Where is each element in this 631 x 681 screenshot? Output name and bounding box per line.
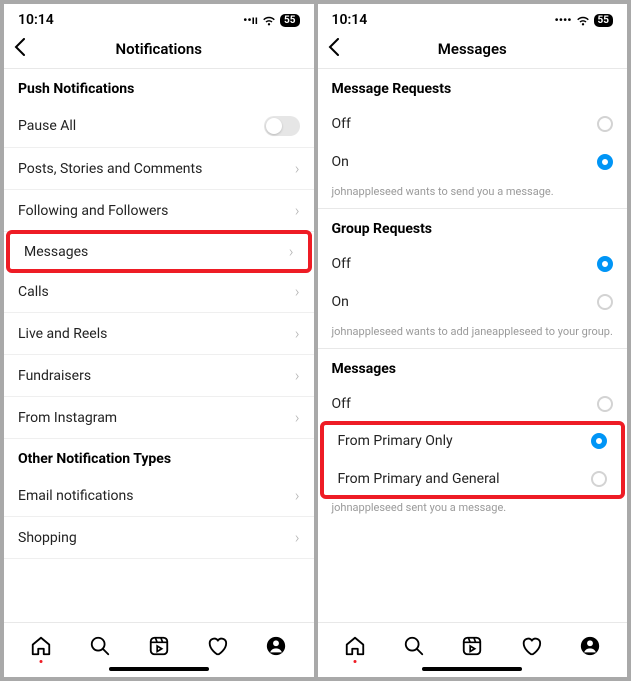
section-header-grp-req: Group Requests [318,209,628,245]
row-email[interactable]: Email notifications › [4,475,314,517]
label: Email notifications [18,488,295,504]
label: Messages [24,244,289,260]
chevron-right-icon: › [295,528,300,547]
row-following[interactable]: Following and Followers › [4,190,314,232]
profile-icon[interactable] [265,635,287,657]
label: Fundraisers [18,368,295,384]
radio-button[interactable] [597,154,613,170]
nav-header: Notifications [4,32,314,69]
label: On [332,294,598,310]
chevron-right-icon: › [295,486,300,505]
page-title: Messages [438,40,507,58]
label: Shopping [18,530,295,546]
row-shopping[interactable]: Shopping › [4,517,314,559]
example-text: johnappleseed wants to send you a messag… [318,181,628,209]
label: Pause All [18,118,264,134]
label: Live and Reels [18,326,295,342]
status-indicators: ••ıı 55 [243,13,299,27]
row-posts[interactable]: Posts, Stories and Comments › [4,148,314,190]
label: On [332,154,598,170]
chevron-right-icon: › [295,324,300,343]
home-icon[interactable] [30,635,52,657]
row-grp-req-on[interactable]: On [318,283,628,321]
home-icon[interactable] [344,635,366,657]
section-header-push: Push Notifications [4,69,314,105]
home-indicator[interactable] [109,667,209,671]
radio-button[interactable] [597,256,613,272]
example-text: johnappleseed sent you a message. [318,497,628,524]
back-icon[interactable] [14,38,26,56]
label: Off [332,256,598,272]
chevron-right-icon: › [295,282,300,301]
example-text: johnappleseed wants to add janeappleseed… [318,321,628,349]
label: Off [332,116,598,132]
radio-button[interactable] [591,471,607,487]
label: Posts, Stories and Comments [18,161,295,177]
label: Following and Followers [18,203,295,219]
battery-icon: 55 [280,14,299,27]
row-primary-only[interactable]: From Primary Only [324,425,622,457]
row-pause-all[interactable]: Pause All [4,105,314,148]
highlight-primary: From Primary Only From Primary and Gener… [320,421,626,499]
label: From Primary Only [338,433,592,449]
label: From Primary and General [338,471,592,487]
row-from-ig[interactable]: From Instagram › [4,397,314,439]
chevron-right-icon: › [295,201,300,220]
search-icon[interactable] [89,635,111,657]
row-primary-general[interactable]: From Primary and General [324,457,622,495]
chevron-right-icon: › [295,408,300,427]
home-indicator[interactable] [422,667,522,671]
tab-bar [318,622,628,663]
highlight-messages: Messages › [6,230,312,273]
search-icon[interactable] [403,635,425,657]
status-bar: 10:14 ••ıı 55 [4,4,314,32]
wifi-icon [262,15,276,26]
label: Off [332,396,598,412]
status-indicators: •••• 55 [555,13,614,27]
reels-icon[interactable] [148,635,170,657]
radio-button[interactable] [597,116,613,132]
reels-icon[interactable] [461,635,483,657]
toggle-switch[interactable] [264,116,300,136]
row-live[interactable]: Live and Reels › [4,313,314,355]
signal-icon: •••• [555,13,572,27]
status-time: 10:14 [18,12,54,28]
content: Push Notifications Pause All Posts, Stor… [4,69,314,622]
radio-button[interactable] [591,433,607,449]
status-time: 10:14 [332,12,368,28]
radio-button[interactable] [597,294,613,310]
chevron-right-icon: › [289,242,294,261]
row-msg-req-off[interactable]: Off [318,105,628,143]
status-bar: 10:14 •••• 55 [318,4,628,32]
heart-icon[interactable] [206,635,228,657]
row-fundraisers[interactable]: Fundraisers › [4,355,314,397]
phone-right: 10:14 •••• 55 Messages Message Requests … [318,4,628,677]
chevron-right-icon: › [295,159,300,178]
row-messages[interactable]: Messages › [10,234,308,269]
tab-bar [4,622,314,663]
page-title: Notifications [116,40,202,58]
row-msg-off[interactable]: Off [318,385,628,423]
wifi-icon [576,15,590,26]
row-calls[interactable]: Calls › [4,271,314,313]
battery-icon: 55 [594,14,613,27]
back-icon[interactable] [328,38,340,56]
label: Calls [18,284,295,300]
notification-dot [353,660,356,663]
section-header-msg-req: Message Requests [318,69,628,105]
radio-button[interactable] [597,396,613,412]
profile-icon[interactable] [579,635,601,657]
chevron-right-icon: › [295,366,300,385]
phone-left: 10:14 ••ıı 55 Notifications Push Notific… [4,4,314,677]
signal-icon: ••ıı [243,13,258,27]
label: From Instagram [18,410,295,426]
content: Message Requests Off On johnappleseed wa… [318,69,628,622]
nav-header: Messages [318,32,628,69]
section-header-messages: Messages [318,349,628,385]
notification-dot [40,660,43,663]
row-grp-req-off[interactable]: Off [318,245,628,283]
section-header-other: Other Notification Types [4,439,314,475]
heart-icon[interactable] [520,635,542,657]
row-msg-req-on[interactable]: On [318,143,628,181]
